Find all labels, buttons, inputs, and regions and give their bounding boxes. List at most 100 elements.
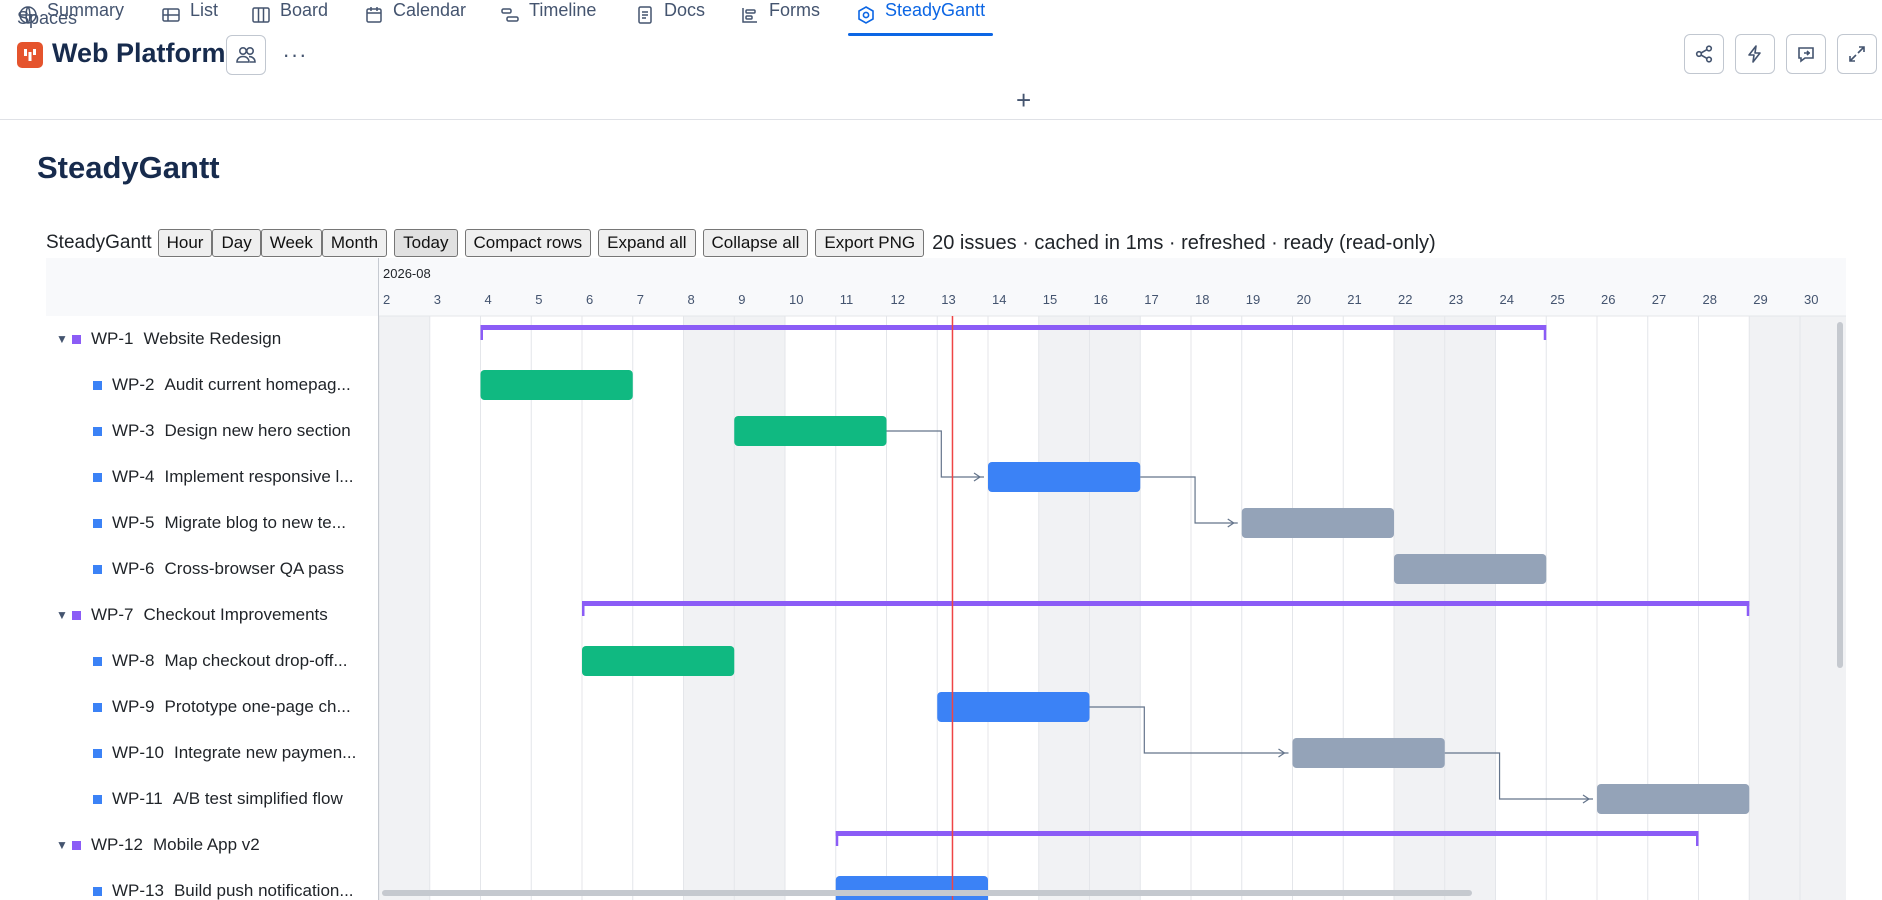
tab-label: Forms — [769, 0, 820, 20]
task-bar — [1394, 554, 1547, 584]
task-row[interactable]: WP-3 Design new hero section — [93, 408, 351, 454]
collapse-caret-icon[interactable]: ▼ — [56, 838, 68, 852]
collapse-all-button[interactable]: Collapse all — [702, 229, 809, 257]
hour-button[interactable]: Hour — [157, 229, 213, 257]
more-options-button[interactable]: ··· — [278, 40, 312, 70]
issue-type-icon — [93, 472, 102, 482]
collapse-caret-icon[interactable]: ▼ — [56, 332, 68, 346]
task-bar — [734, 416, 887, 446]
issue-summary: A/B test simplified flow — [172, 789, 343, 808]
month-label: 2026-08 — [383, 266, 431, 281]
issue-type-icon — [93, 380, 102, 390]
issue-key: WP-2 — [112, 375, 155, 394]
issue-type-icon — [72, 334, 81, 344]
calendar-icon — [366, 7, 382, 23]
task-row[interactable]: WP-5 Migrate blog to new te... — [93, 500, 346, 546]
weekend-column — [1038, 316, 1090, 900]
issue-key: WP-8 — [112, 651, 155, 670]
add-tab-button[interactable]: + — [1016, 87, 1031, 113]
tab-list[interactable]: List — [161, 0, 218, 36]
issue-key: WP-10 — [112, 743, 164, 762]
day-label: 4 — [485, 292, 492, 307]
day-label: 30 — [1804, 292, 1818, 307]
task-row[interactable]: WP-2 Audit current homepag... — [93, 362, 351, 408]
forms-icon — [742, 8, 757, 23]
task-row[interactable]: WP-13 Build push notification... — [93, 868, 354, 900]
day-button[interactable]: Day — [212, 229, 261, 257]
task-row[interactable]: WP-10 Integrate new paymen... — [93, 730, 356, 776]
day-label: 10 — [789, 292, 803, 307]
task-row[interactable]: WP-6 Cross-browser QA pass — [93, 546, 344, 592]
task-row[interactable]: WP-9 Prototype one-page ch... — [93, 684, 351, 730]
issue-summary: Migrate blog to new te... — [164, 513, 346, 532]
task-bar — [1241, 508, 1394, 538]
issue-type-icon — [93, 794, 102, 804]
issue-key: WP-13 — [112, 881, 164, 900]
epic-row[interactable]: ▼ WP-1 Website Redesign — [56, 316, 281, 362]
task-row[interactable]: WP-11 A/B test simplified flow — [93, 776, 343, 822]
tab-timeline[interactable]: Timeline — [500, 0, 596, 36]
expand-icon — [1849, 46, 1865, 62]
issue-type-icon — [93, 886, 102, 896]
splitter[interactable] — [378, 258, 379, 900]
tab-label: List — [190, 0, 219, 20]
weekend-column — [683, 316, 735, 900]
issue-summary: Mobile App v2 — [152, 835, 260, 854]
project-icon — [17, 42, 43, 68]
epic-bar — [835, 831, 1699, 836]
day-label: 29 — [1753, 292, 1767, 307]
task-row[interactable]: WP-8 Map checkout drop-off... — [93, 638, 348, 684]
today-button[interactable]: Today — [394, 229, 458, 257]
issue-summary: Website Redesign — [143, 329, 282, 348]
feedback-button[interactable] — [1786, 34, 1826, 74]
epic-row[interactable]: ▼ WP-7 Checkout Improvements — [56, 592, 328, 638]
tab-steadygantt[interactable]: SteadyGantt — [847, 0, 994, 36]
day-label: 11 — [840, 292, 854, 307]
issue-type-icon — [93, 656, 102, 666]
collapse-caret-icon[interactable]: ▼ — [56, 608, 68, 622]
issue-key: WP-1 — [91, 329, 134, 348]
week-button[interactable]: Week — [260, 229, 322, 257]
dependency-line — [886, 430, 984, 478]
fullscreen-button[interactable] — [1837, 34, 1877, 74]
month-button[interactable]: Month — [321, 229, 388, 257]
day-label: 3 — [434, 292, 441, 307]
share-button[interactable] — [1684, 34, 1724, 74]
gantt-timeline[interactable]: 2 3 4 5 6 7 8 9 10 11 12 13 14 15 16 17 18 19 20 21 22 23 24 25… — [379, 258, 1846, 900]
weekend-column — [734, 316, 785, 900]
weekend-column — [1394, 316, 1445, 900]
task-bar — [835, 876, 988, 900]
issue-type-icon — [93, 564, 102, 574]
horizontal-scrollbar[interactable] — [382, 890, 1472, 896]
tab-docs[interactable]: Docs — [635, 0, 705, 36]
issue-summary: Prototype one-page ch... — [164, 697, 351, 716]
vertical-scrollbar[interactable] — [1837, 322, 1843, 668]
people-button[interactable] — [226, 35, 266, 75]
epic-bar — [582, 601, 1750, 606]
weekend-column — [1089, 316, 1141, 900]
automation-button[interactable] — [1735, 34, 1775, 74]
epic-row[interactable]: ▼ WP-12 Mobile App v2 — [56, 822, 260, 868]
task-row[interactable]: WP-4 Implement responsive l... — [93, 454, 353, 500]
list-icon — [162, 8, 180, 22]
issue-type-icon — [72, 840, 81, 850]
top-header: Spaces Web Platform ··· Summary List Boa… — [0, 0, 1882, 120]
tab-summary[interactable]: Summary — [18, 0, 124, 36]
day-label: 18 — [1195, 292, 1209, 307]
issue-type-icon — [72, 610, 81, 620]
lightning-icon — [1748, 45, 1761, 63]
compact-rows-button[interactable]: Compact rows — [464, 229, 592, 257]
tab-calendar[interactable]: Calendar — [364, 0, 466, 36]
day-label: 19 — [1246, 292, 1260, 307]
app-icon — [858, 6, 874, 24]
issue-key: WP-7 — [91, 605, 134, 624]
epic-bar-end-cap — [1696, 831, 1699, 846]
tab-label: Board — [280, 0, 329, 20]
tab-forms[interactable]: Forms — [740, 0, 820, 36]
people-icon — [236, 46, 256, 63]
day-label: 27 — [1652, 292, 1666, 307]
tab-board[interactable]: Board — [251, 0, 328, 36]
expand-all-button[interactable]: Expand all — [598, 229, 696, 257]
issue-key: WP-5 — [112, 513, 155, 532]
export-png-button[interactable]: Export PNG — [815, 229, 925, 257]
